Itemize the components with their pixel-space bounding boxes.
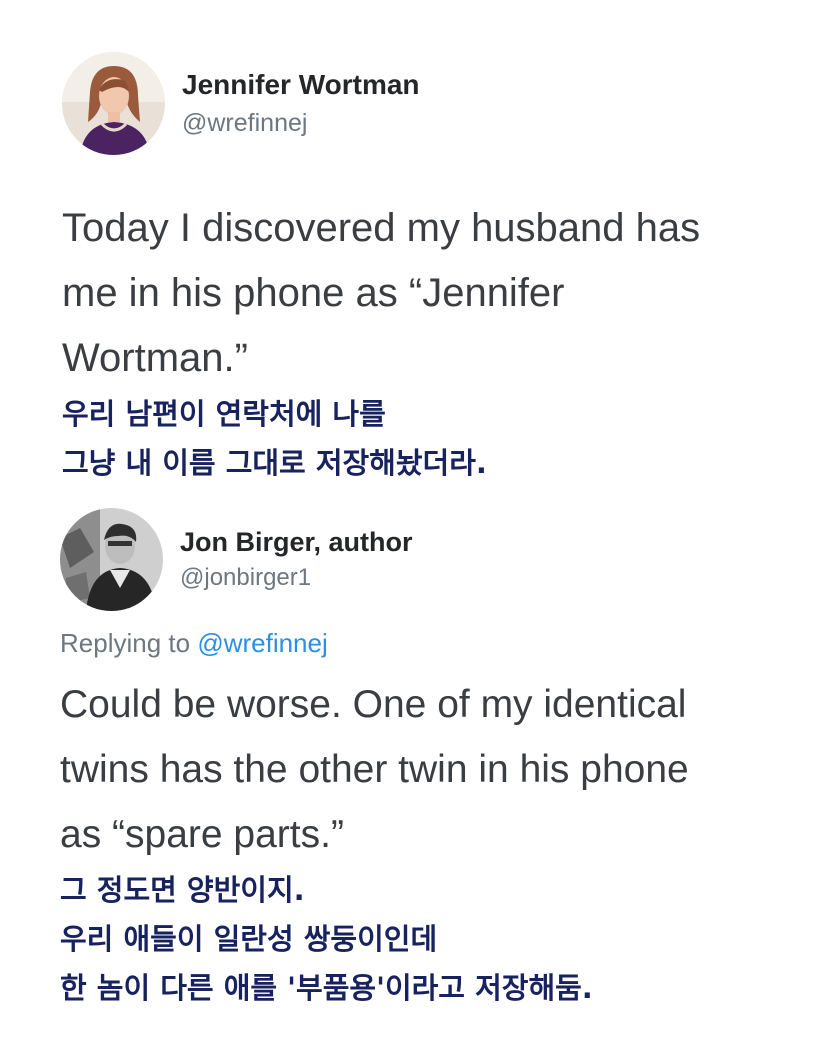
reply-text-line: as “spare parts.”: [60, 813, 344, 856]
caption-line: 우리 애들이 일란성 쌍둥이인데: [60, 922, 438, 956]
reply-text: Could be worse. One of my identical twin…: [60, 672, 689, 867]
reply-text-line: Could be worse. One of my identical: [60, 683, 687, 726]
replying-to-label: Replying to: [60, 628, 191, 658]
korean-caption: 우리 남편이 연락처에 나를 그냥 내 이름 그대로 저장해놨더라.: [62, 390, 487, 488]
author-avatar-jon[interactable]: [60, 508, 163, 611]
author-name[interactable]: Jennifer Wortman: [182, 69, 420, 101]
tweet-text-line: me in his phone as “Jennifer: [62, 271, 565, 315]
caption-line: 그냥 내 이름 그대로 저장해놨더라.: [62, 446, 487, 480]
korean-caption: 그 정도면 양반이지. 우리 애들이 일란성 쌍둥이인데 한 놈이 다른 애를 …: [60, 866, 593, 1013]
tweet-text: Today I discovered my husband has me in …: [62, 196, 700, 391]
tweet-text-line: Today I discovered my husband has: [62, 206, 701, 250]
author-handle[interactable]: @jonbirger1: [180, 564, 311, 592]
author-handle[interactable]: @wrefinnej: [182, 109, 307, 138]
replying-to: Replying to @wrefinnej: [60, 628, 328, 659]
tweet-text-line: Wortman.”: [62, 336, 248, 380]
mention-link[interactable]: @wrefinnej: [197, 628, 327, 658]
caption-line: 한 놈이 다른 애를 '부품용'이라고 저장해둠.: [60, 971, 593, 1005]
author-avatar-jennifer[interactable]: [62, 52, 165, 155]
reply-text-line: twins has the other twin in his phone: [60, 748, 689, 791]
caption-line: 우리 남편이 연락처에 나를: [62, 397, 386, 431]
author-name[interactable]: Jon Birger, author: [180, 527, 413, 558]
caption-line: 그 정도면 양반이지.: [60, 873, 305, 907]
